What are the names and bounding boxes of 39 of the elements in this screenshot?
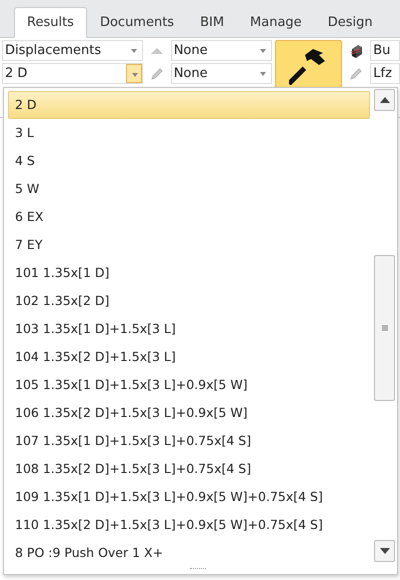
ribbon-tab[interactable]: BIM bbox=[187, 7, 238, 38]
list-item[interactable]: 6 EX bbox=[8, 203, 370, 231]
scrollbar[interactable] bbox=[374, 89, 395, 562]
beam-icon[interactable] bbox=[348, 43, 364, 59]
down-arrow-icon bbox=[380, 548, 390, 554]
result-type-combo[interactable]: Displacements bbox=[2, 40, 143, 61]
list-item[interactable]: 106 1.35x[2 D]+1.5x[3 L]+0.9x[5 W] bbox=[8, 399, 370, 427]
scroll-thumb[interactable] bbox=[374, 255, 395, 401]
list-item[interactable]: 2 D bbox=[8, 91, 370, 119]
load-case-combo[interactable]: 2 D bbox=[2, 63, 143, 84]
list-item[interactable]: 107 1.35x[1 D]+1.5x[3 L]+0.75x[4 S] bbox=[8, 427, 370, 455]
list-item[interactable]: 5 W bbox=[8, 175, 370, 203]
list-item[interactable]: 103 1.35x[1 D]+1.5x[3 L] bbox=[8, 315, 370, 343]
list-item[interactable]: 3 L bbox=[8, 119, 370, 147]
list-item[interactable]: 109 1.35x[1 D]+1.5x[3 L]+0.9x[5 W]+0.75x[4 S] bbox=[8, 483, 370, 511]
resize-grip[interactable] bbox=[190, 568, 206, 572]
list-item[interactable]: 105 1.35x[1 D]+1.5x[3 L]+0.9x[5 W] bbox=[8, 371, 370, 399]
list-item[interactable]: 7 EY bbox=[8, 231, 370, 259]
list-item[interactable]: 102 1.35x[2 D] bbox=[8, 287, 370, 315]
pencil-icon[interactable] bbox=[348, 66, 364, 82]
filter-combo[interactable]: None bbox=[170, 63, 272, 84]
field[interactable]: Bu bbox=[370, 40, 400, 61]
list-item[interactable]: 110 1.35x[2 D]+1.5x[3 L]+0.9x[5 W]+0.75x[4 S] bbox=[8, 511, 370, 539]
list-item[interactable]: 108 1.35x[2 D]+1.5x[3 L]+0.75x[4 S] bbox=[8, 455, 370, 483]
up-arrow-icon bbox=[380, 97, 390, 103]
filter-combo[interactable]: None bbox=[170, 40, 272, 61]
ribbon-tab[interactable]: Manage bbox=[237, 7, 315, 38]
ribbon-tab[interactable]: Results bbox=[14, 7, 87, 38]
ribbon-tab[interactable]: Design bbox=[314, 7, 386, 38]
scroll-down-button[interactable] bbox=[374, 540, 395, 562]
list-item[interactable]: 101 1.35x[1 D] bbox=[8, 259, 370, 287]
list-item[interactable]: 104 1.35x[2 D]+1.5x[3 L] bbox=[8, 343, 370, 371]
list-item[interactable]: 8 PO :9 Push Over 1 X+ bbox=[8, 539, 370, 567]
pencil-icon[interactable] bbox=[148, 66, 165, 82]
field[interactable]: Lfz bbox=[370, 63, 400, 84]
ribbon-tab[interactable]: Documents bbox=[86, 7, 188, 38]
grip-icon bbox=[382, 325, 388, 331]
list-item[interactable]: 4 S bbox=[8, 147, 370, 175]
scroll-up-button[interactable] bbox=[374, 89, 395, 111]
